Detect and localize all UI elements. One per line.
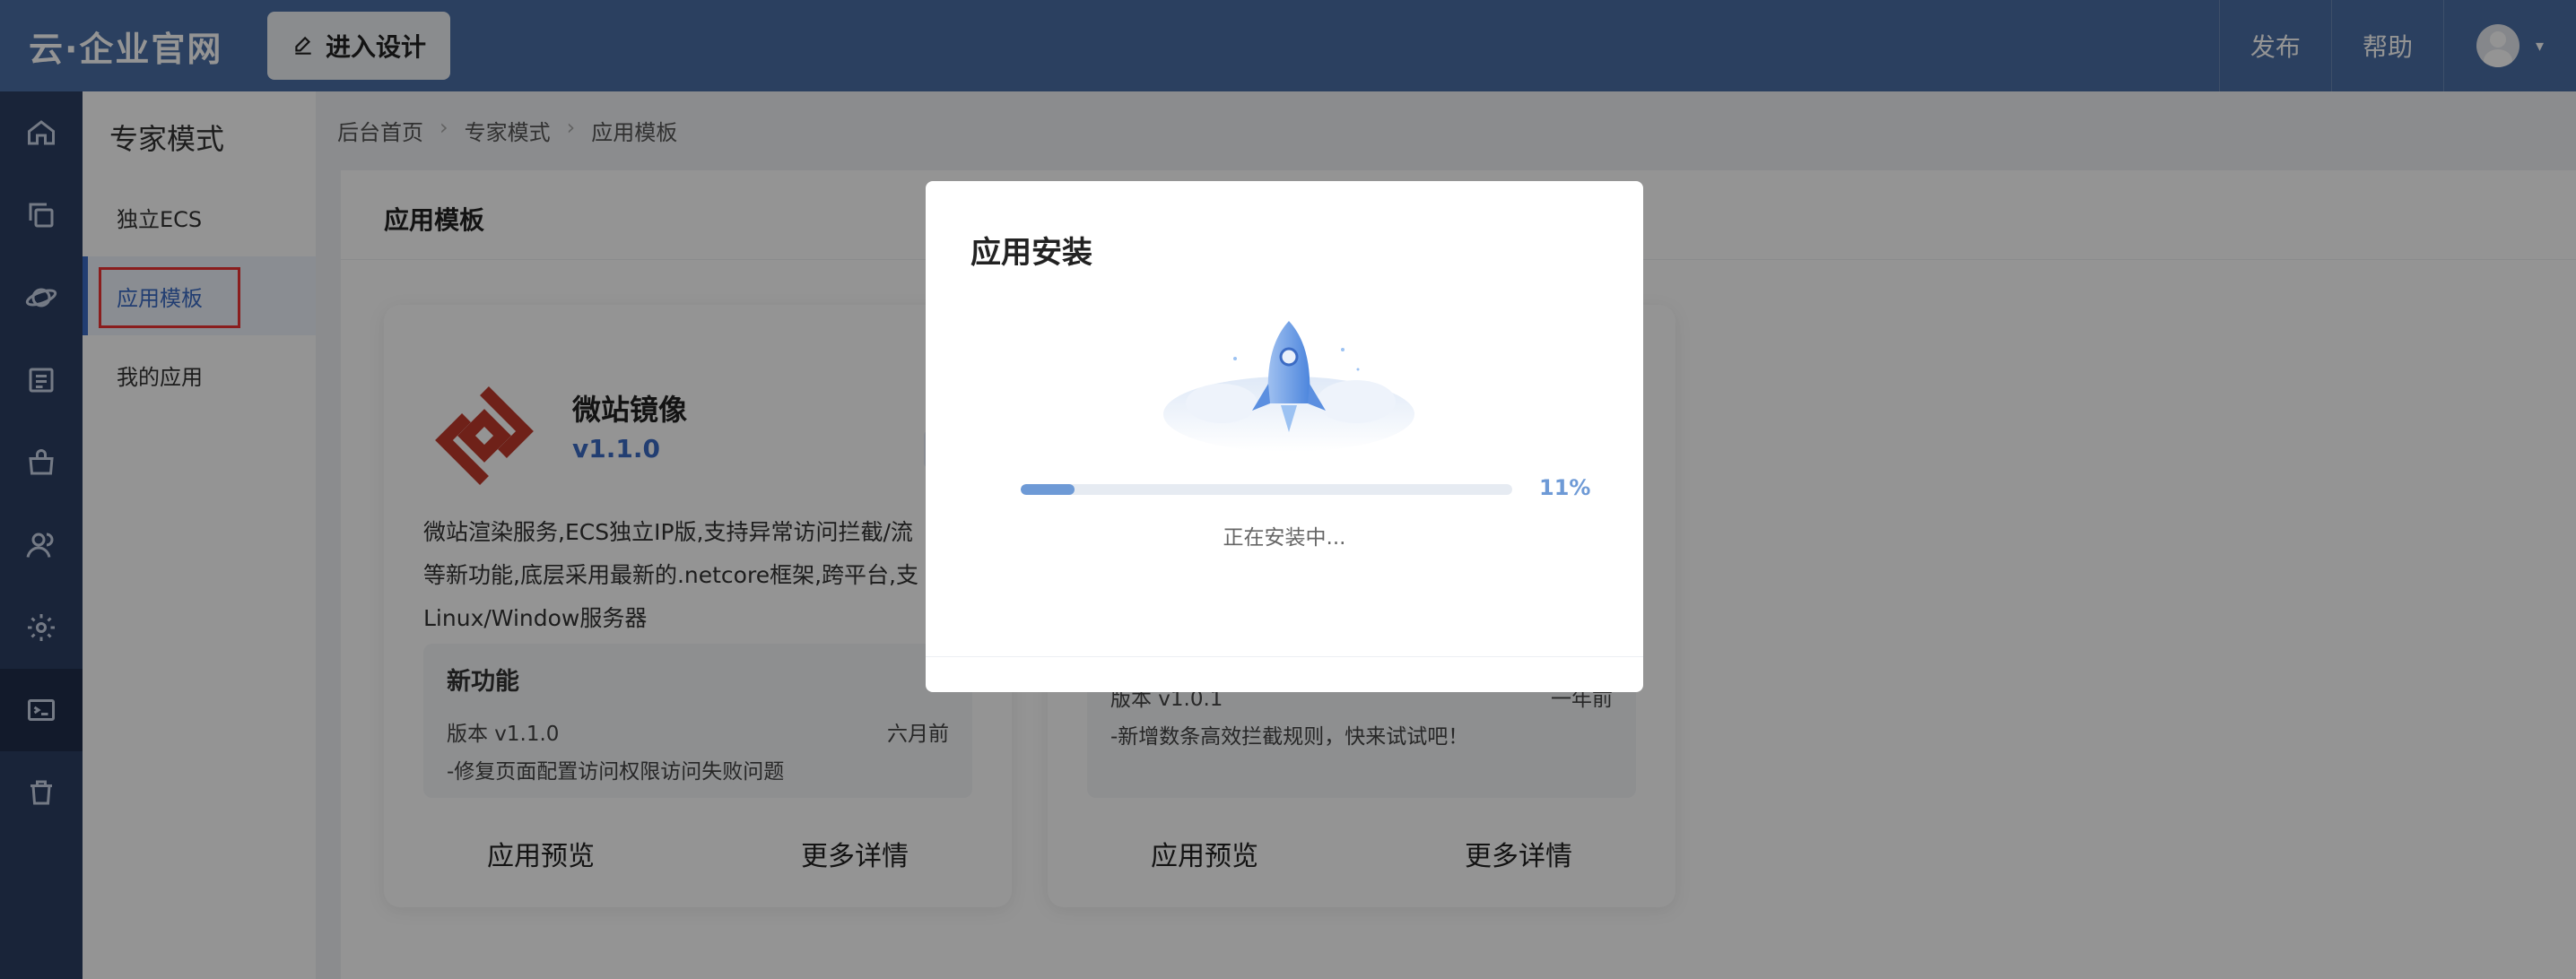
install-dialog: 应用安装 11% 正在安装中...	[926, 181, 1643, 692]
install-progress-bar	[1021, 484, 1512, 495]
progress-fill	[1021, 484, 1075, 495]
dialog-footer-divider	[926, 656, 1643, 657]
progress-percent: 11%	[1539, 475, 1591, 500]
dialog-title: 应用安装	[970, 235, 1092, 271]
install-status: 正在安装中...	[1223, 526, 1346, 550]
rocket-icon	[1163, 321, 1414, 452]
